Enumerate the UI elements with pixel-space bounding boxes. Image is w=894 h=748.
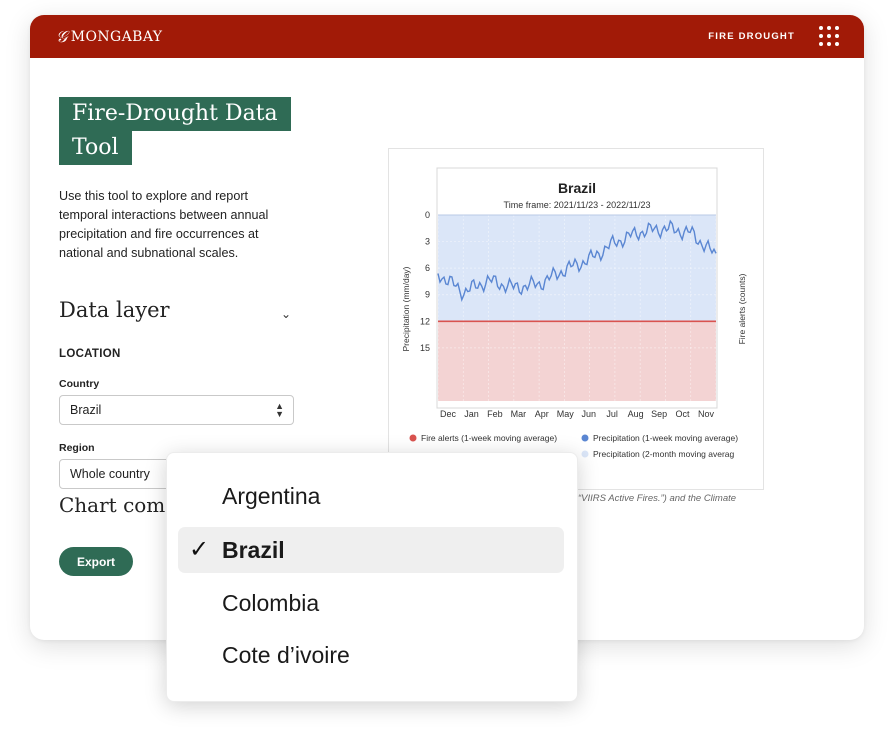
legend-marker xyxy=(581,434,589,442)
region-select-value: Whole country xyxy=(70,467,150,481)
export-button[interactable]: Export xyxy=(59,547,133,576)
legend-marker xyxy=(581,450,589,458)
chart-subtitle: Time frame: 2021/11/23 - 2022/11/23 xyxy=(504,200,651,210)
region-label: Region xyxy=(59,442,95,454)
x-tick-label: Jul xyxy=(606,409,618,419)
logo-text: MONGABAY xyxy=(70,29,163,45)
dropdown-option[interactable]: ✓ Brazil xyxy=(178,527,564,573)
y-tick-label: 3 xyxy=(425,237,430,247)
dropdown-option-label: Cote d’ivoire xyxy=(222,642,350,668)
y-axis-title: Precipitation (mm/day) xyxy=(401,266,411,351)
x-tick-label: Feb xyxy=(487,409,503,419)
y-tick-label: 6 xyxy=(425,263,430,273)
select-arrows-icon: ▲ ▼ xyxy=(275,401,284,419)
apps-grid-icon[interactable] xyxy=(819,26,839,46)
legend-label: Precipitation (2-month moving averag xyxy=(593,449,735,459)
country-select-value: Brazil xyxy=(70,403,102,417)
x-tick-label: Nov xyxy=(698,409,715,419)
x-tick-label: Dec xyxy=(440,409,457,419)
checkmark-icon: ✓ xyxy=(189,535,210,563)
dropdown-option-label: Brazil xyxy=(222,537,285,563)
legend-label: Precipitation (1-week moving average) xyxy=(593,433,738,443)
intro-text: Use this tool to explore and report temp… xyxy=(59,189,269,260)
precipitation-fire-chart: Brazil Time frame: 2021/11/23 - 2022/11/2… xyxy=(401,167,747,459)
y-tick-label: 9 xyxy=(425,290,430,300)
page-title: Fire-Drought Data Tool xyxy=(59,97,291,165)
fire-alerts-area xyxy=(438,321,716,401)
dropdown-option[interactable]: Argentina xyxy=(178,473,564,519)
location-label: LOCATION xyxy=(59,348,121,360)
y2-axis-title: Fire alerts (counts) xyxy=(737,273,747,344)
y-tick-label: 12 xyxy=(420,316,430,326)
chart-caption: “VIIRS Active Fires.”) and the Climate xyxy=(578,493,737,504)
chart-title: Brazil xyxy=(558,180,596,196)
x-tick-label: May xyxy=(557,409,575,419)
y-tick-label: 15 xyxy=(420,343,430,353)
dropdown-option-label: Colombia xyxy=(222,590,320,616)
x-tick-label: Apr xyxy=(535,409,549,419)
legend-label: Fire alerts (1-week moving average) xyxy=(421,433,557,443)
dropdown-option[interactable]: Colombia xyxy=(178,580,564,626)
x-tick-label: Jan xyxy=(464,409,479,419)
data-layer-heading[interactable]: Data layer xyxy=(59,298,170,322)
x-tick-label: Oct xyxy=(676,409,691,419)
x-tick-label: Sep xyxy=(651,409,667,419)
chart-components-heading[interactable]: Chart com xyxy=(59,493,165,517)
page-title-line2: Tool xyxy=(59,131,132,165)
leaf-logo-icon: 𝒢 xyxy=(56,27,68,46)
legend-marker xyxy=(409,434,417,442)
mongabay-logo[interactable]: 𝒢 MONGABAY xyxy=(56,27,162,47)
dropdown-option[interactable]: Cote d’ivoire xyxy=(178,632,564,678)
country-dropdown-menu: Argentina ✓ Brazil Colombia Cote d’ivoire xyxy=(166,452,578,702)
top-navbar: 𝒢 MONGABAY FIRE DROUGHT xyxy=(30,15,864,58)
chart-panel: Brazil Time frame: 2021/11/23 - 2022/11/2… xyxy=(388,148,764,490)
country-label: Country xyxy=(59,378,100,390)
country-select[interactable]: Brazil ▲ ▼ xyxy=(59,395,294,425)
x-tick-label: Mar xyxy=(511,409,527,419)
chevron-down-icon[interactable]: ⌄ xyxy=(281,307,291,321)
nav-link-fire-drought[interactable]: FIRE DROUGHT xyxy=(708,31,795,42)
x-tick-label: Jun xyxy=(581,409,596,419)
x-tick-label: Aug xyxy=(628,409,644,419)
dropdown-option-label: Argentina xyxy=(222,483,321,509)
y-tick-label: 0 xyxy=(425,210,430,220)
page-title-line1: Fire-Drought Data xyxy=(59,97,291,131)
